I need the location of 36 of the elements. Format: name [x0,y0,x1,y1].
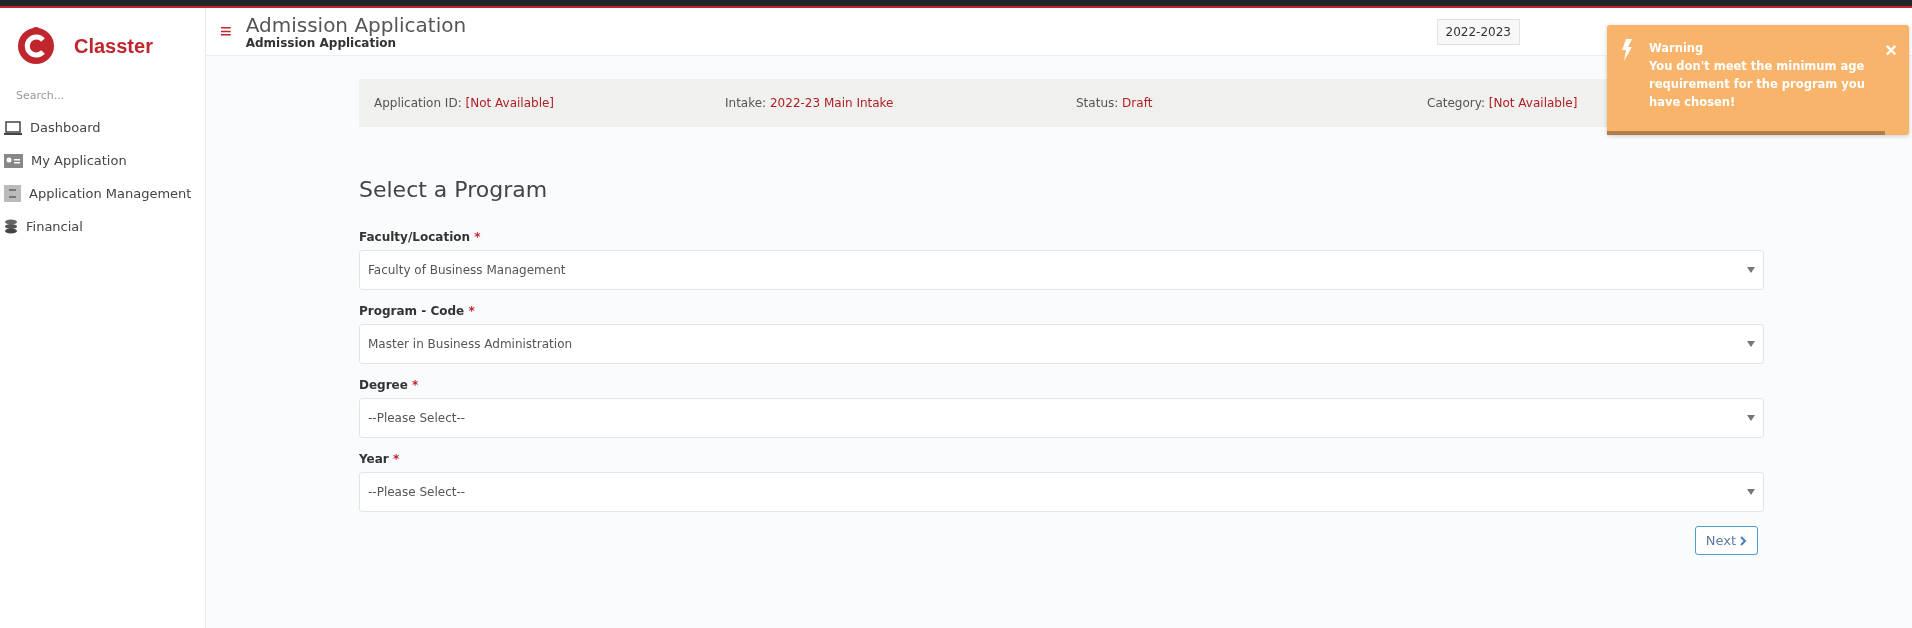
sidebar-item[interactable]: Application Management [0,177,205,210]
info-text: Category: [Not Available] [1427,96,1578,110]
caret-icon [1747,489,1755,495]
year-select[interactable]: 2022-2023 [1436,18,1520,45]
info-text: Application ID: [Not Available] [374,96,555,110]
cabinet-icon [4,185,21,202]
menu-button[interactable]: ≡ [220,20,232,43]
field-label: Program - Code * [359,304,476,318]
section-title: Select a Program [359,177,549,202]
caret-icon [1747,341,1755,347]
page-subtitle: Admission Application [245,35,397,50]
page-title: Admission Application [245,13,468,36]
brand-name: Classter [74,34,153,58]
sidebar-item[interactable]: Dashboard [0,111,205,144]
select-field[interactable]: --Please Select-- [359,472,1764,512]
sidebar-item[interactable]: My Application [0,144,205,177]
lightning-icon [1621,39,1633,61]
chevron-icon [1740,535,1747,546]
toast-message: You don't meet the minimum age requirement for the program you have chosen! [1649,58,1866,111]
select-field[interactable]: Faculty of Business Management [359,250,1764,290]
field-label: Degree * [359,378,420,392]
field-label: Year * [359,452,401,466]
laptop-icon [4,120,22,135]
select-field[interactable]: Master in Business Administration [359,324,1764,364]
field-label: Faculty/Location * [359,230,482,244]
logo-icon [16,26,56,66]
caret-icon [1747,415,1755,421]
toast-title: Warning [1649,40,1705,57]
select-field[interactable]: --Please Select-- [359,398,1764,438]
sidebar-item[interactable]: Financial [0,210,205,243]
info-text: Intake: 2022-23 Main Intake [725,96,894,110]
next-button[interactable]: Next [1694,526,1758,555]
caret-icon [1747,267,1755,273]
id-card-icon [4,153,23,168]
info-text: Status: Draft [1076,96,1153,110]
coins-icon [4,219,18,234]
